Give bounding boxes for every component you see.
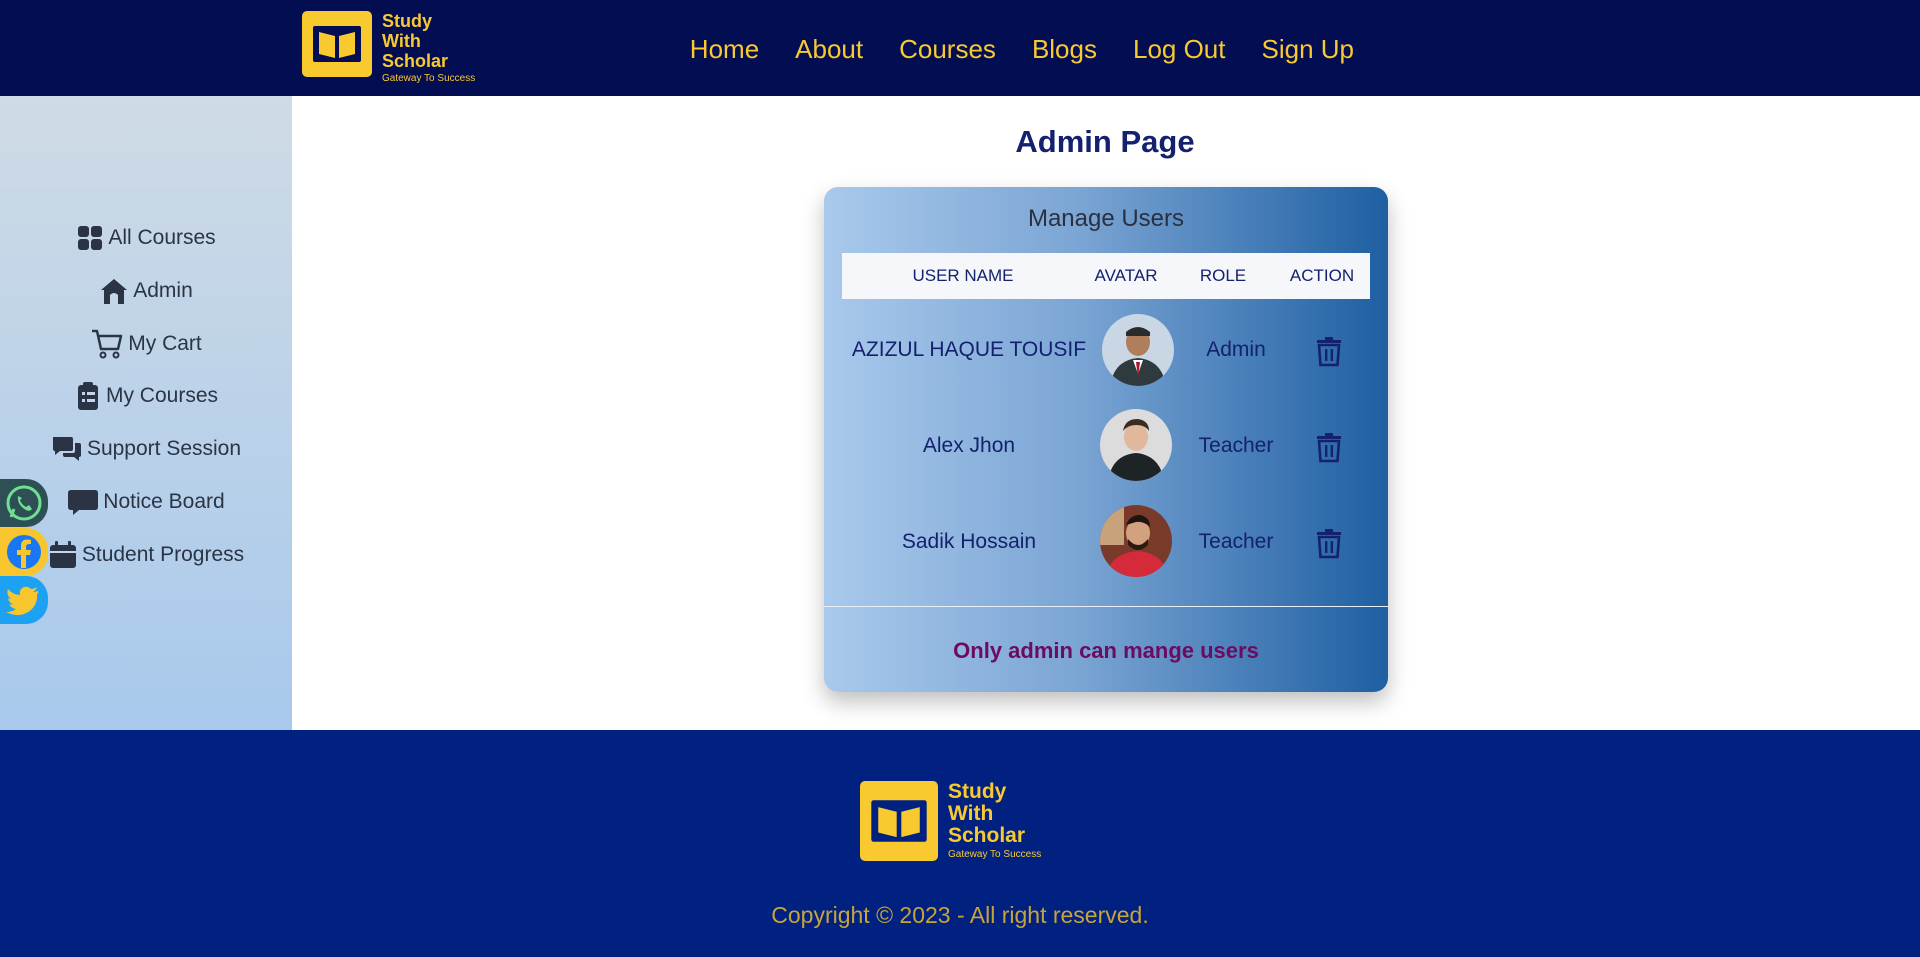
sidebar-item-my-cart[interactable]: My Cart xyxy=(0,329,292,359)
footer: Study With Scholar Gateway To Success Co… xyxy=(0,730,1920,957)
nav-sign-up[interactable]: Sign Up xyxy=(1262,32,1355,66)
sidebar: All Courses Admin My Cart My Courses Sup… xyxy=(0,96,292,730)
sidebar-item-all-courses[interactable]: All Courses xyxy=(0,223,292,253)
clipboard-icon xyxy=(77,382,98,410)
user-name-cell: AZIZUL HAQUE TOUSIF xyxy=(851,338,1087,361)
brand-line2: With xyxy=(382,31,421,51)
trash-icon[interactable] xyxy=(1315,431,1343,463)
column-header-role: ROLE xyxy=(1199,266,1247,285)
trash-icon[interactable] xyxy=(1315,335,1343,367)
avatar-sadik xyxy=(1100,505,1172,577)
footer-brand-line2: With xyxy=(948,802,994,825)
nav-about[interactable]: About xyxy=(795,32,863,66)
avatar-alex xyxy=(1100,409,1172,481)
page-title: Admin Page xyxy=(1015,124,1195,159)
sidebar-item-label: Admin xyxy=(133,279,193,302)
sidebar-item-support-session[interactable]: Support Session xyxy=(0,434,292,464)
home-icon xyxy=(101,279,128,304)
chat-icon xyxy=(52,437,81,461)
column-header-action: ACTION xyxy=(1289,266,1355,285)
top-navbar: Study With Scholar Gateway To Success Ho… xyxy=(0,0,1920,96)
whatsapp-button[interactable] xyxy=(0,479,48,527)
role-cell: Teacher xyxy=(1198,434,1274,457)
sidebar-item-label: Student Progress xyxy=(81,543,245,566)
calendar-icon xyxy=(49,541,76,568)
twitter-icon xyxy=(6,586,39,616)
footer-brand-text: Study With Scholar Gateway To Success xyxy=(948,781,1041,861)
cart-icon xyxy=(92,329,123,359)
book-logo-icon xyxy=(860,781,938,861)
trash-icon[interactable] xyxy=(1315,527,1343,559)
main-nav: Home About Courses Blogs Log Out Sign Up xyxy=(690,32,1354,66)
sidebar-item-label: Support Session xyxy=(86,437,242,460)
sidebar-item-label: My Cart xyxy=(128,332,202,355)
brand-line3: Scholar xyxy=(382,51,449,71)
sidebar-item-my-courses[interactable]: My Courses xyxy=(0,381,292,411)
column-header-user-name: USER NAME xyxy=(912,266,1014,285)
facebook-button[interactable] xyxy=(0,528,48,576)
sidebar-item-admin[interactable]: Admin xyxy=(0,276,292,306)
table-header: USER NAME AVATAR ROLE ACTION xyxy=(842,253,1370,299)
sidebar-item-label: All Courses xyxy=(108,226,216,249)
brand-logo[interactable]: Study With Scholar Gateway To Success xyxy=(302,11,475,85)
user-name-cell: Alex Jhon xyxy=(922,434,1016,457)
footer-brand-logo[interactable]: Study With Scholar Gateway To Success xyxy=(860,781,1041,861)
copyright-text: Copyright © 2023 - All right reserved. xyxy=(771,902,1149,928)
brand-text: Study With Scholar Gateway To Success xyxy=(382,11,475,85)
facebook-icon xyxy=(7,535,41,569)
whatsapp-icon xyxy=(6,485,42,521)
brand-tagline: Gateway To Success xyxy=(382,73,476,84)
footer-brand-line3: Scholar xyxy=(948,824,1026,847)
sidebar-item-label: My Courses xyxy=(105,384,219,407)
user-name-cell: Sadik Hossain xyxy=(901,530,1037,553)
grid-icon xyxy=(78,226,103,250)
card-divider xyxy=(824,606,1388,607)
role-cell: Teacher xyxy=(1198,530,1274,553)
message-icon xyxy=(68,490,99,515)
nav-home[interactable]: Home xyxy=(690,32,759,66)
brand-line1: Study xyxy=(382,11,433,31)
role-cell: Admin xyxy=(1206,338,1266,361)
twitter-button[interactable] xyxy=(0,576,48,624)
nav-log-out[interactable]: Log Out xyxy=(1133,32,1226,66)
card-title: Manage Users xyxy=(1027,205,1185,232)
book-logo-icon xyxy=(302,11,372,77)
admin-note: Only admin can mange users xyxy=(953,638,1259,663)
nav-courses[interactable]: Courses xyxy=(899,32,996,66)
nav-blogs[interactable]: Blogs xyxy=(1032,32,1097,66)
manage-users-card: Manage Users USER NAME AVATAR ROLE ACTIO… xyxy=(824,187,1388,692)
avatar-tousif xyxy=(1102,314,1174,386)
footer-brand-tagline: Gateway To Success xyxy=(948,849,1042,860)
column-header-avatar: AVATAR xyxy=(1094,266,1158,285)
footer-brand-line1: Study xyxy=(948,780,1007,803)
sidebar-item-label: Notice Board xyxy=(103,490,225,513)
